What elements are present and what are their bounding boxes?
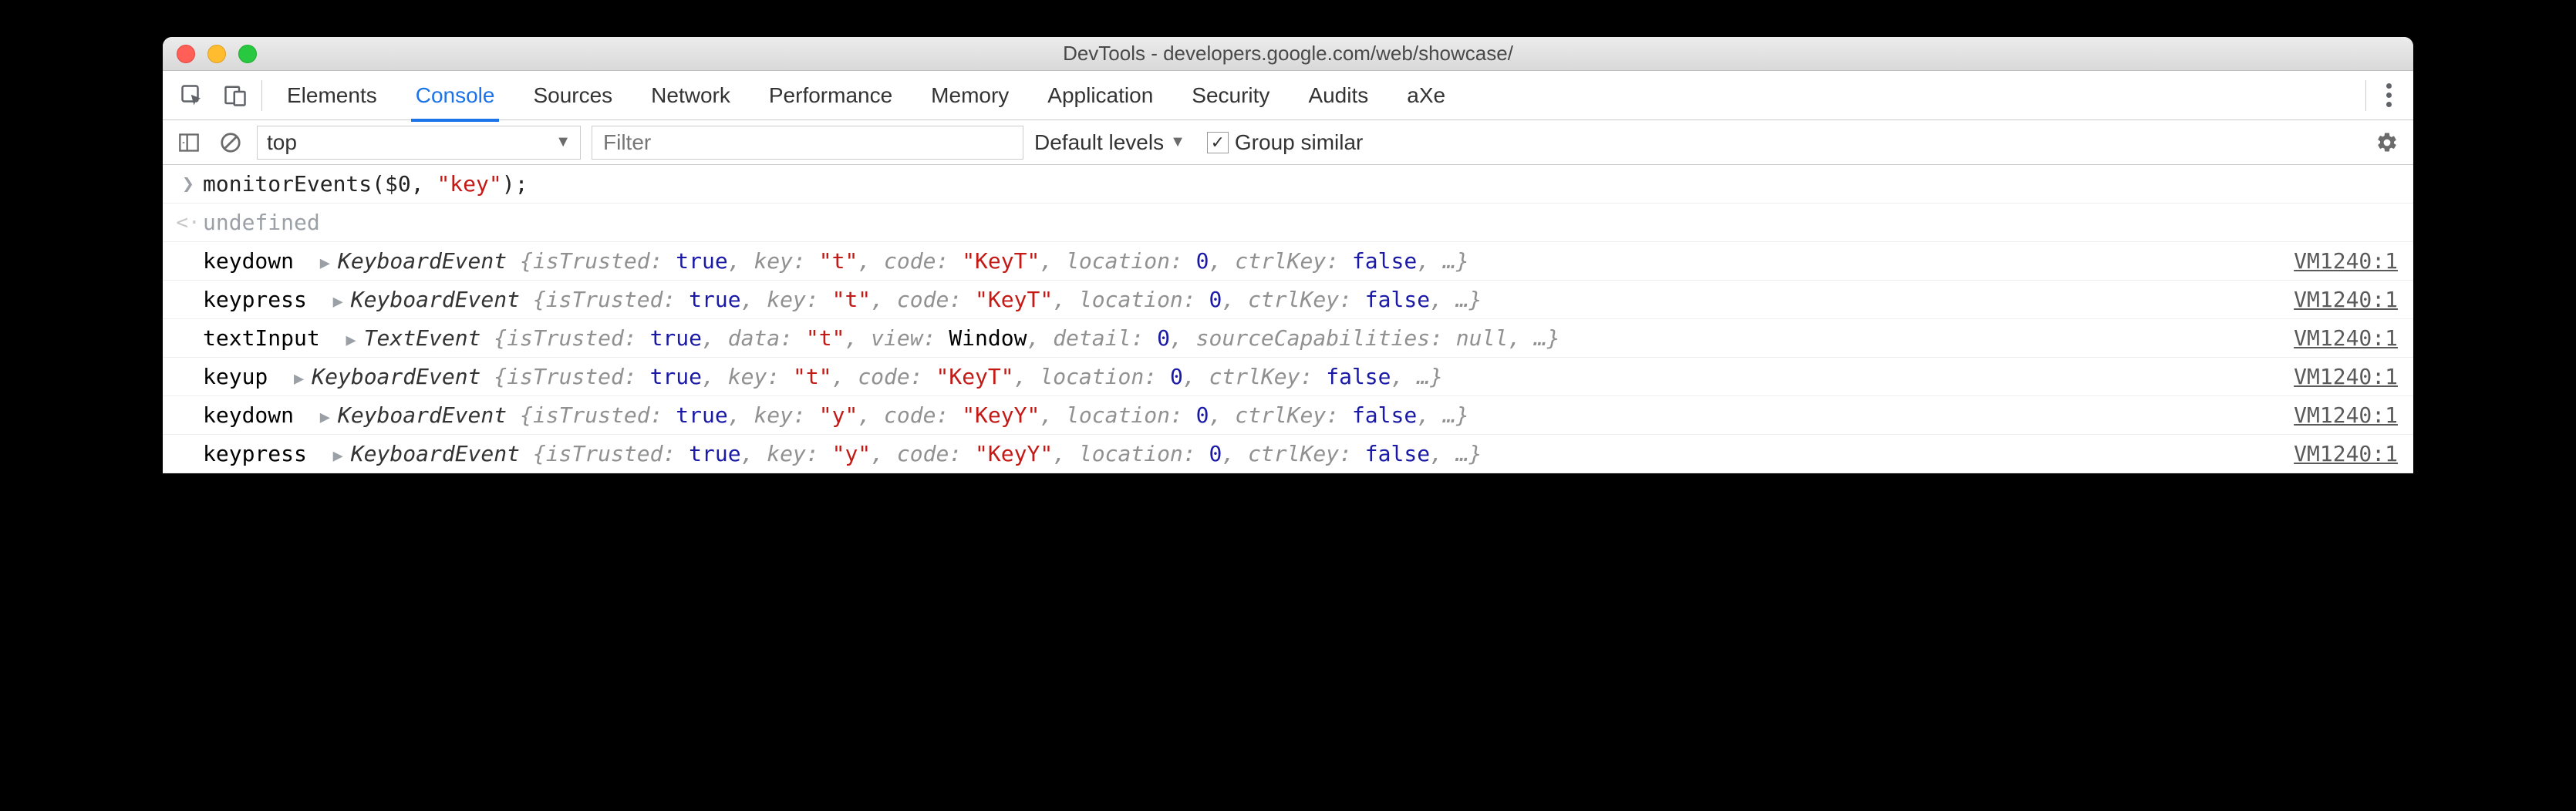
devtools-window: DevTools - developers.google.com/web/sho… (163, 37, 2413, 473)
window-title: DevTools - developers.google.com/web/sho… (163, 42, 2413, 66)
console-log-row[interactable]: keydown ▶KeyboardEvent {isTrusted: true,… (163, 242, 2413, 281)
expand-icon[interactable]: ▶ (320, 254, 330, 273)
input-prompt-icon: ❯ (174, 173, 203, 196)
group-similar-checkbox[interactable]: ✓ Group similar (1196, 130, 1363, 155)
dropdown-icon: ▼ (555, 133, 571, 151)
log-message: keydown ▶KeyboardEvent {isTrusted: true,… (203, 248, 1469, 274)
panel-tab-console[interactable]: Console (416, 71, 495, 120)
console-log-row[interactable]: keypress ▶KeyboardEvent {isTrusted: true… (163, 435, 2413, 473)
console-input-row[interactable]: ❯ monitorEvents($0, "key"); (163, 165, 2413, 204)
console-log-row[interactable]: keypress ▶KeyboardEvent {isTrusted: true… (163, 281, 2413, 319)
console-log-row[interactable]: keydown ▶KeyboardEvent {isTrusted: true,… (163, 396, 2413, 435)
divider (261, 80, 262, 111)
expand-icon[interactable]: ▶ (333, 446, 343, 466)
log-message: keyup ▶KeyboardEvent {isTrusted: true, k… (203, 364, 1443, 389)
panel-tab-performance[interactable]: Performance (769, 71, 892, 120)
levels-label: Default levels (1034, 130, 1164, 155)
log-source-link[interactable]: VM1240:1 (2294, 287, 2398, 312)
expand-icon[interactable]: ▶ (346, 331, 356, 350)
panel-tabs: Elements Console Sources Network Performance… (273, 71, 1445, 120)
context-selector[interactable]: top ▼ (257, 126, 581, 160)
log-source-link[interactable]: VM1240:1 (2294, 402, 2398, 428)
console-settings-icon[interactable] (2372, 127, 2402, 158)
panel-tab-axe[interactable]: aXe (1407, 71, 1445, 120)
console-response-row: <· undefined (163, 204, 2413, 242)
panel-tab-audits[interactable]: Audits (1308, 71, 1368, 120)
log-message: keypress ▶KeyboardEvent {isTrusted: true… (203, 287, 1482, 312)
log-source-link[interactable]: VM1240:1 (2294, 441, 2398, 466)
console-log-row[interactable]: keyup ▶KeyboardEvent {isTrusted: true, k… (163, 358, 2413, 396)
log-source-link[interactable]: VM1240:1 (2294, 364, 2398, 389)
panel-tab-network[interactable]: Network (651, 71, 730, 120)
expand-icon[interactable]: ▶ (294, 369, 304, 389)
log-message: textInput ▶TextEvent {isTrusted: true, d… (203, 325, 1560, 351)
more-menu-icon[interactable] (2372, 74, 2406, 116)
group-similar-label: Group similar (1235, 130, 1363, 155)
checkbox-icon: ✓ (1207, 132, 1229, 153)
expand-icon[interactable]: ▶ (333, 292, 343, 311)
filter-input[interactable] (592, 126, 1023, 160)
output-icon: <· (174, 211, 203, 234)
log-message: keypress ▶KeyboardEvent {isTrusted: true… (203, 441, 1482, 466)
panel-tab-memory[interactable]: Memory (931, 71, 1009, 120)
inspect-element-icon[interactable] (170, 71, 214, 119)
panel-tab-security[interactable]: Security (1192, 71, 1269, 120)
log-levels-selector[interactable]: Default levels ▼ (1034, 130, 1185, 155)
device-toggle-icon[interactable] (214, 71, 257, 119)
log-source-link[interactable]: VM1240:1 (2294, 248, 2398, 274)
titlebar: DevTools - developers.google.com/web/sho… (163, 37, 2413, 71)
panel-tab-sources[interactable]: Sources (533, 71, 612, 120)
log-source-link[interactable]: VM1240:1 (2294, 325, 2398, 351)
panel-tab-application[interactable]: Application (1047, 71, 1153, 120)
log-message: keydown ▶KeyboardEvent {isTrusted: true,… (203, 402, 1469, 428)
dropdown-icon: ▼ (1170, 133, 1185, 151)
console-log-row[interactable]: textInput ▶TextEvent {isTrusted: true, d… (163, 319, 2413, 358)
panel-tab-elements[interactable]: Elements (287, 71, 377, 120)
clear-console-icon[interactable] (215, 127, 246, 158)
console-toolbar: top ▼ Default levels ▼ ✓ Group similar (163, 120, 2413, 165)
console-command: monitorEvents($0, "key"); (203, 171, 528, 197)
console-body: ❯ monitorEvents($0, "key"); <· undefined… (163, 165, 2413, 473)
console-response: undefined (203, 210, 320, 235)
expand-icon[interactable]: ▶ (320, 408, 330, 427)
sidebar-toggle-icon[interactable] (174, 127, 204, 158)
panel-tabbar: Elements Console Sources Network Performance… (163, 71, 2413, 120)
context-value: top (267, 130, 297, 155)
divider (2365, 80, 2366, 111)
